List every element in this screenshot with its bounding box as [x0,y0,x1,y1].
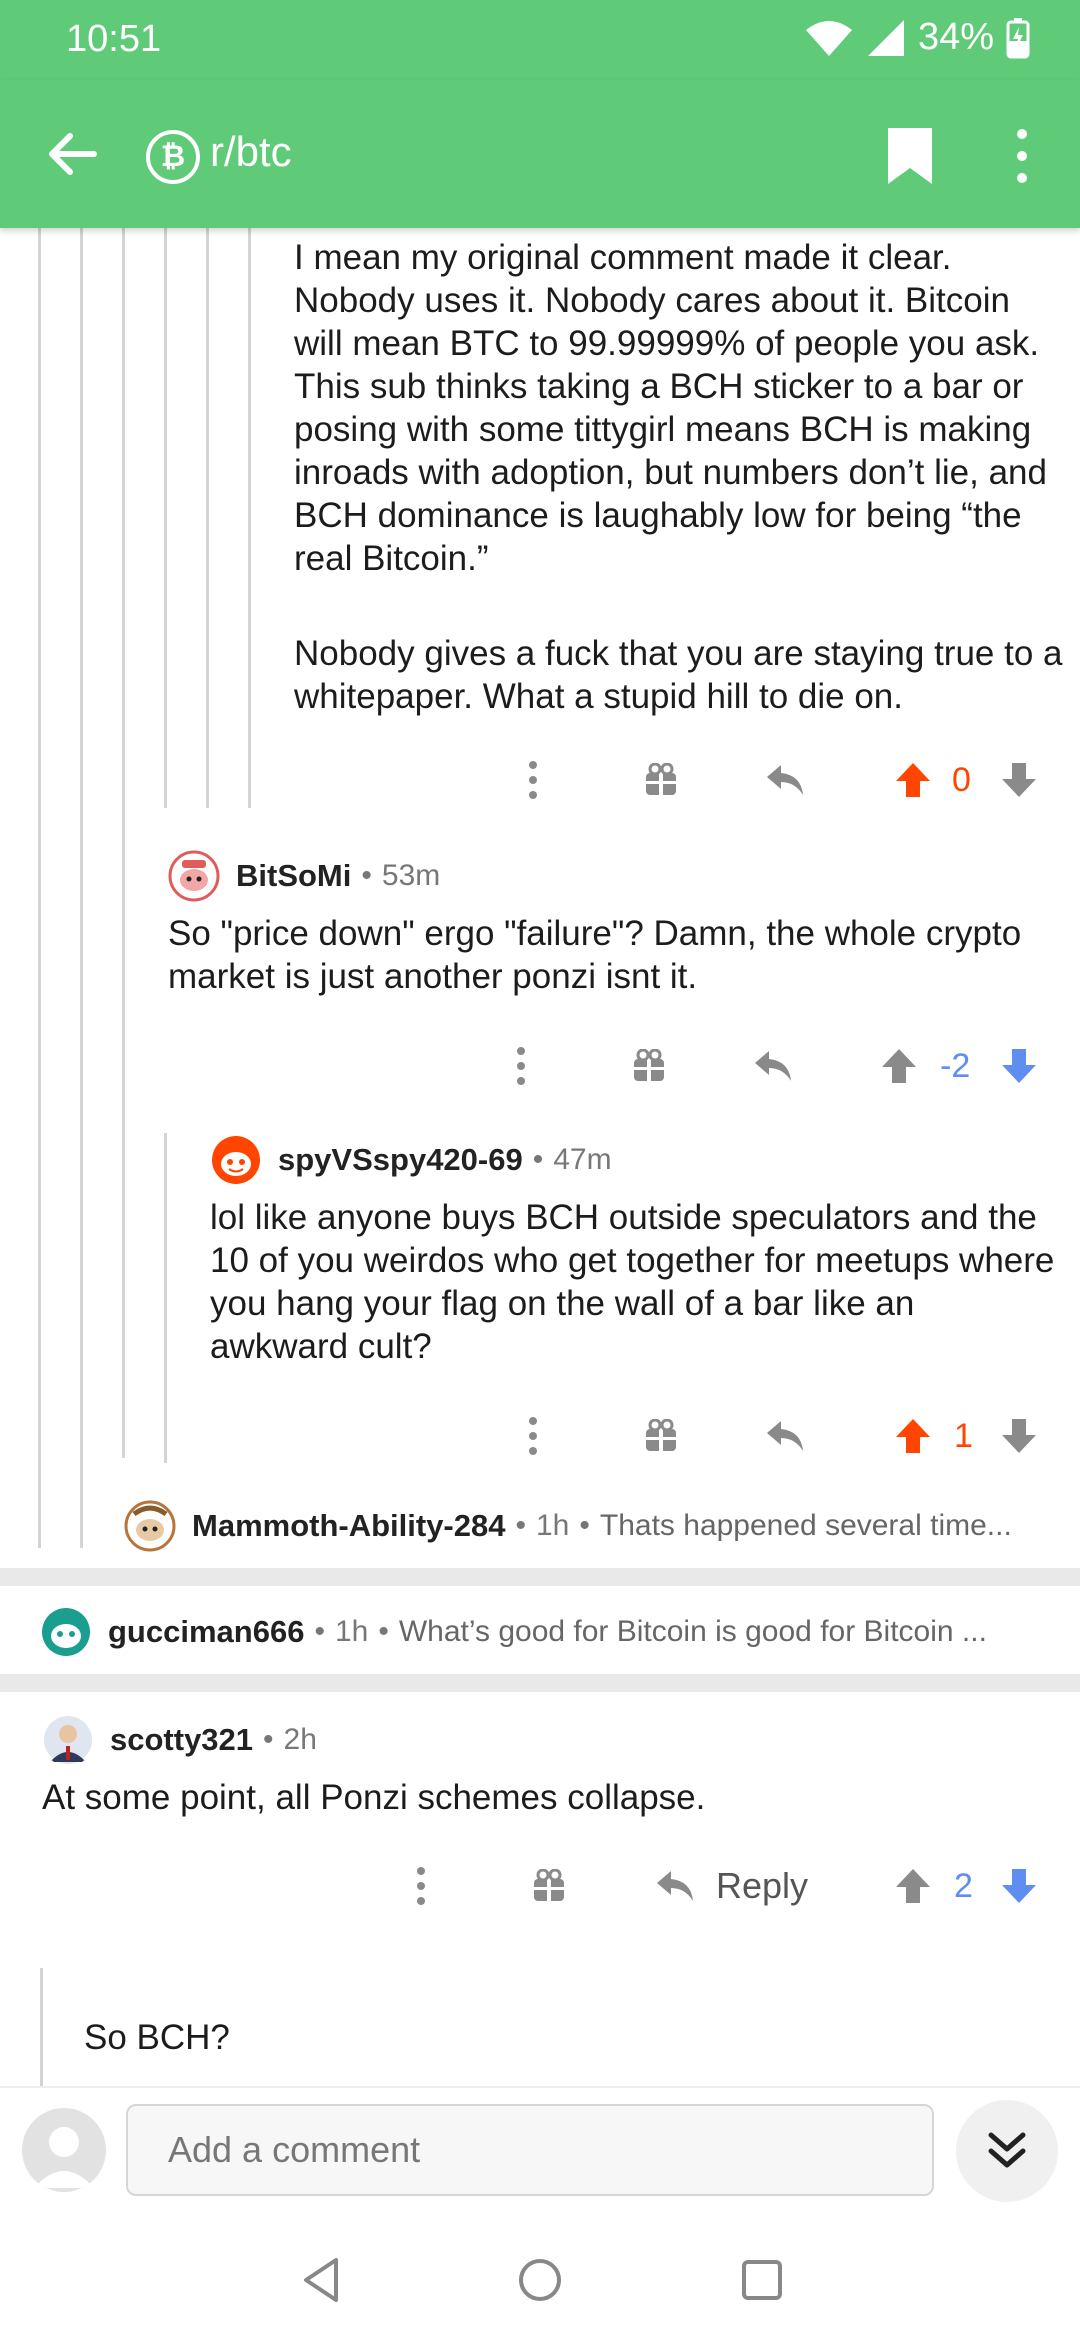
more-options-icon[interactable] [508,752,558,808]
comment-actions: 0 [0,752,1080,812]
comment-author[interactable]: spyVSspy420-69 [278,1142,523,1178]
comment-actions: Reply 2 [0,1858,1080,1918]
bookmark-icon[interactable] [880,124,940,188]
avatar [124,1500,176,1552]
collapsed-comment[interactable]: gucciman666 • 1h • What’s good for Bitco… [40,1606,1050,1658]
meta-separator: • [263,1723,274,1756]
avatar[interactable] [210,1134,262,1186]
comment-author[interactable]: scotty321 [110,1722,253,1758]
double-chevron-down-icon [988,2132,1026,2168]
meta-separator: • [378,1615,389,1648]
reply-button[interactable]: Reply [716,1858,808,1914]
subreddit-name[interactable]: r/btc [210,128,292,176]
comment-header: scotty321 • 2h [42,1714,317,1766]
more-options-icon[interactable] [496,1038,546,1094]
gift-award-icon[interactable] [636,752,686,808]
comment-body: I mean my original comment made it clear… [294,238,1047,578]
gift-award-icon[interactable] [636,1408,686,1464]
reply-icon[interactable] [650,1858,700,1914]
nav-recents-icon[interactable] [732,2250,792,2310]
comment-age: 1h [536,1509,570,1542]
thread-line [40,1968,43,2086]
comment-author[interactable]: Mammoth-Ability-284 [192,1508,505,1544]
more-options-icon[interactable] [1000,124,1044,188]
comment-thread: I mean my original comment made it clear… [0,228,1080,2086]
thread-divider [0,1674,1080,1692]
nav-home-icon[interactable] [510,2250,570,2310]
comment-preview: Thats happened several time... [599,1509,1012,1542]
thread-line [206,228,209,808]
upvote-arrow-icon[interactable] [888,752,938,808]
vote-score: -2 [940,1047,971,1085]
thread-line [164,228,167,808]
avatar[interactable] [168,850,220,902]
meta-separator: • [532,1143,544,1176]
nav-back-icon[interactable] [292,2250,352,2310]
comment-body: So "price down" ergo "failure"? Damn, th… [168,914,1022,996]
battery-charging-icon [1006,17,1030,58]
meta-separator: • [314,1615,325,1648]
meta-separator: • [515,1509,526,1542]
comment-age: 2h [283,1723,317,1756]
back-arrow-icon[interactable] [40,122,104,186]
downvote-arrow-icon[interactable] [994,1038,1044,1094]
user-avatar[interactable] [22,2108,106,2192]
subreddit-bitcoin-icon[interactable]: ₿ [146,130,200,184]
vote-score: 2 [954,1867,973,1905]
thread-line [248,228,251,808]
comment-age: 47m [553,1143,612,1176]
more-options-icon[interactable] [396,1858,446,1914]
app-bar: ₿ r/btc [0,80,1080,228]
collapsed-comment[interactable]: Mammoth-Ability-284 • 1h • Thats happene… [124,1500,1044,1552]
comment-body: At some point, all Ponzi schemes collaps… [42,1778,706,1817]
status-bar: 10:51 34% [0,0,1080,80]
downvote-arrow-icon[interactable] [994,752,1044,808]
upvote-arrow-icon[interactable] [888,1408,938,1464]
comment-header: spyVSspy420-69 • 47m [210,1134,612,1186]
comment-header: BitSoMi • 53m [168,850,440,902]
meta-separator: • [361,859,372,892]
status-time: 10:51 [66,18,162,60]
comment-body: Nobody gives a fuck that you are staying… [294,634,1063,716]
vote-score: 1 [954,1417,973,1455]
comment-preview: What’s good for Bitcoin is good for Bitc… [398,1615,987,1648]
reply-icon[interactable] [748,1038,798,1094]
comment-actions: 1 [0,1408,1080,1468]
comment-body: lol like anyone buys BCH outside specula… [210,1198,1055,1366]
comment-author[interactable]: gucciman666 [108,1614,304,1650]
reply-icon[interactable] [760,752,810,808]
meta-separator: • [579,1509,590,1542]
downvote-arrow-icon[interactable] [994,1408,1044,1464]
avatar[interactable] [42,1714,94,1766]
gift-award-icon[interactable] [524,1858,574,1914]
wifi-icon [805,20,852,56]
upvote-arrow-icon[interactable] [888,1858,938,1914]
comment-age: 53m [381,859,441,892]
comment-actions: -2 [0,1038,1080,1098]
comment-body: So BCH? [84,2018,230,2057]
reply-icon[interactable] [760,1408,810,1464]
gift-award-icon[interactable] [624,1038,674,1094]
thread-line [122,228,125,1458]
comment-age: 1h [334,1615,369,1648]
comment-author[interactable]: BitSoMi [236,858,351,894]
signal-icon [867,19,904,56]
more-options-icon[interactable] [508,1408,558,1464]
thread-divider [0,1568,1080,1586]
system-nav-bar [0,2214,1080,2340]
vote-score: 0 [952,761,971,799]
battery-percent: 34% [917,16,994,58]
downvote-arrow-icon[interactable] [994,1858,1044,1914]
avatar [42,1608,90,1656]
status-icons: 34% [804,16,1030,59]
upvote-arrow-icon[interactable] [874,1038,924,1094]
comment-composer: Add a comment [0,2086,1080,2214]
thread-line [38,228,41,1548]
jump-next-button[interactable] [956,2100,1058,2202]
thread-line [80,228,83,1548]
add-comment-input[interactable]: Add a comment [126,2104,934,2196]
